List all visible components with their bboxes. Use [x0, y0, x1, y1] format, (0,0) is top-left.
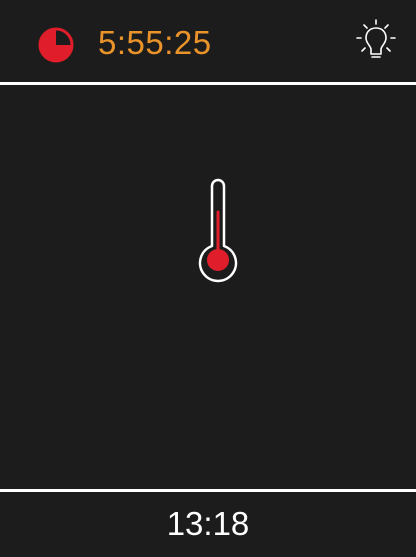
light-bulb-icon[interactable] [354, 18, 398, 64]
thermometer-icon [198, 178, 238, 283]
status-header: 5:55:25 [0, 0, 416, 84]
footer-divider [0, 489, 416, 492]
clock-time: 13:18 [166, 505, 250, 542]
oven-display-screen: 5:55:25 13:18 [0, 0, 416, 557]
timer-remaining: 5:55:25 [98, 24, 212, 61]
header-divider [0, 82, 416, 85]
timer-progress-icon [38, 27, 74, 63]
